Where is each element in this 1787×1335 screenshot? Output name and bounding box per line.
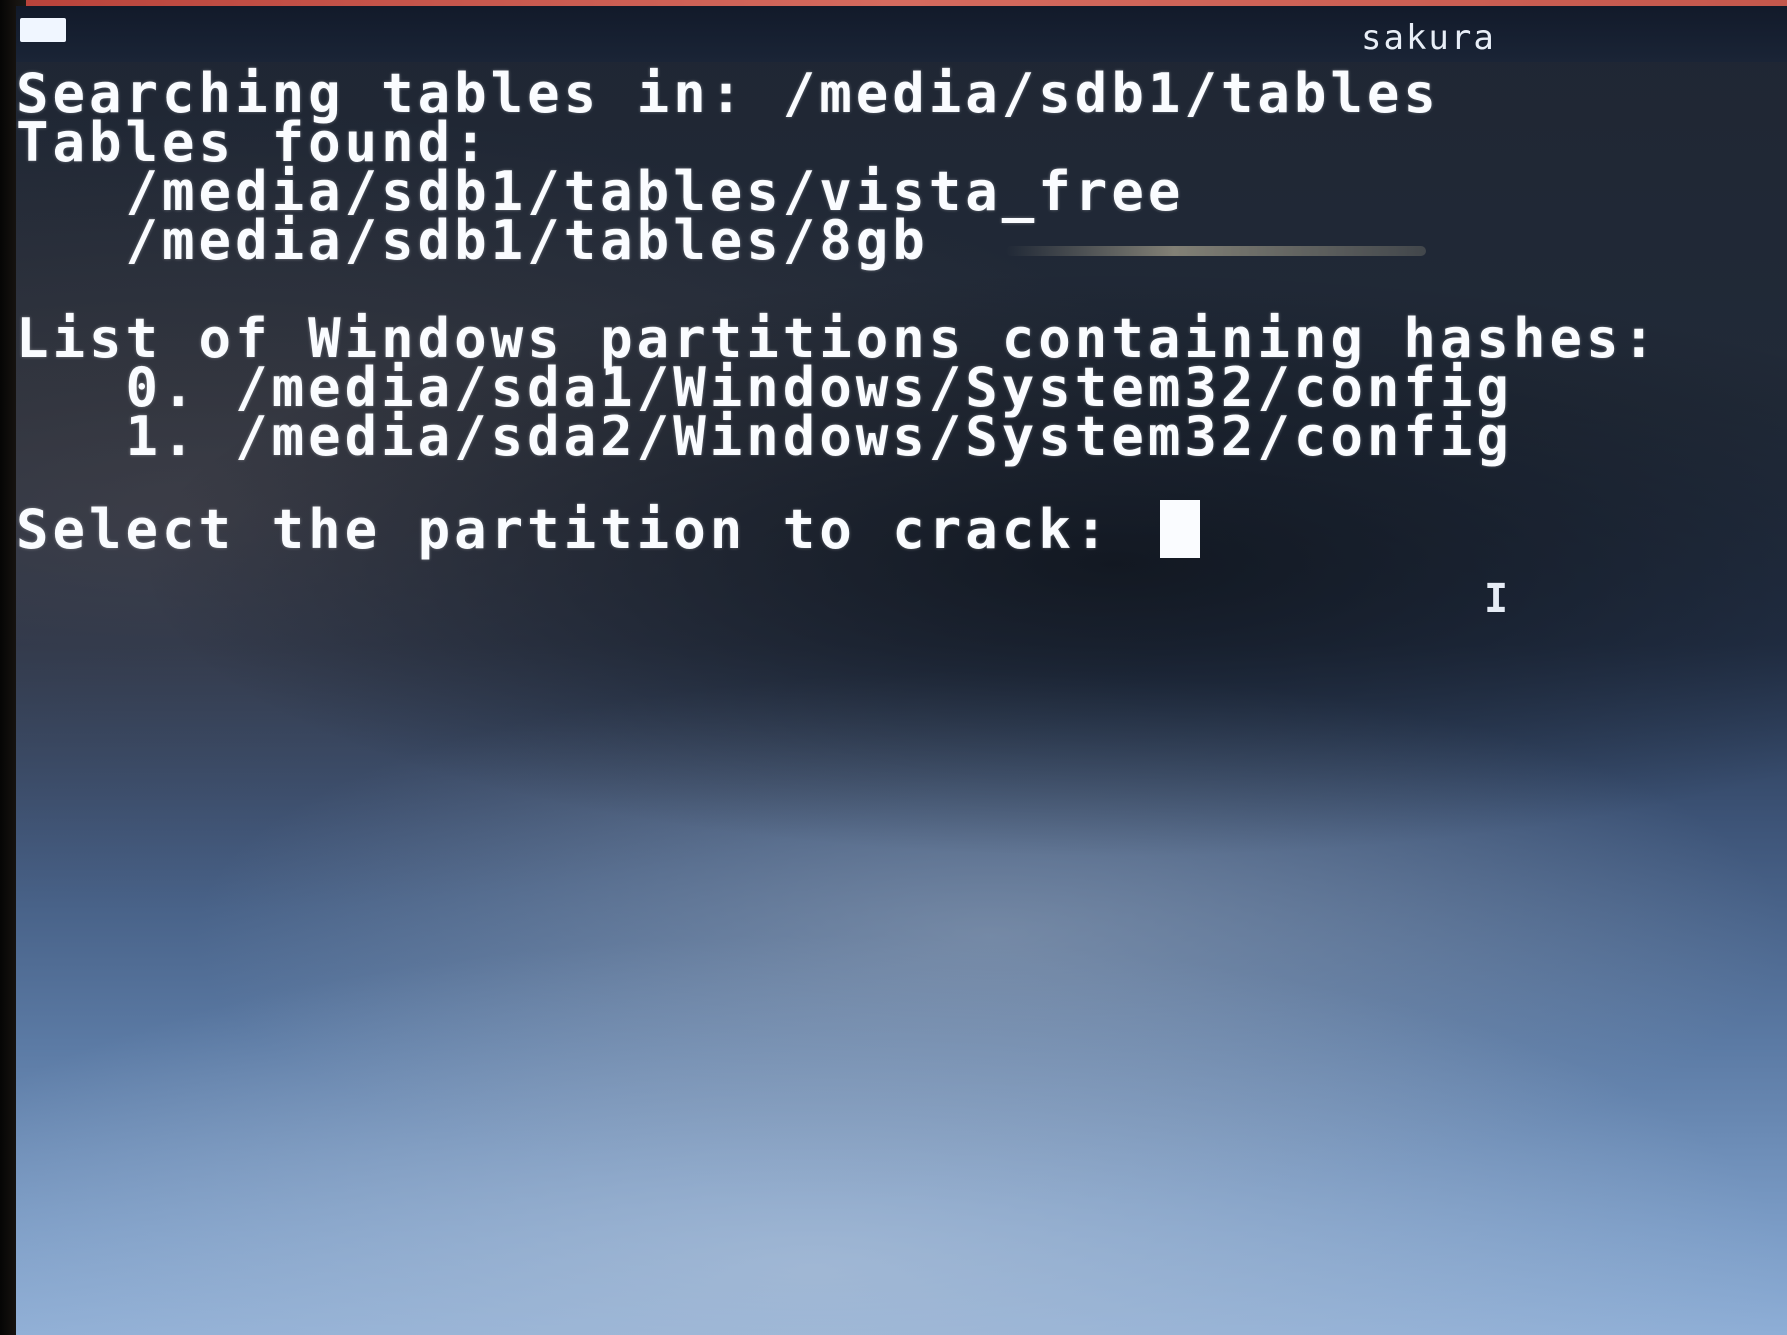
terminal-prompt-line[interactable]: Select the partition to crack: bbox=[16, 498, 1200, 561]
screen-glare bbox=[1006, 246, 1426, 256]
terminal-window-icon[interactable] bbox=[20, 18, 66, 42]
prompt-text: Select the partition to crack: bbox=[16, 498, 1148, 561]
i-beam-cursor-icon: I bbox=[1484, 576, 1509, 622]
terminal-window[interactable]: sakura Searching tables in: /media/sdb1/… bbox=[16, 6, 1787, 1335]
text-cursor bbox=[1159, 500, 1200, 558]
terminal-line: /media/sdb1/tables/8gb bbox=[16, 209, 929, 272]
window-title: sakura bbox=[1361, 18, 1496, 58]
photo-of-monitor: sakura Searching tables in: /media/sdb1/… bbox=[0, 0, 1787, 1335]
title-bar[interactable]: sakura bbox=[16, 6, 1787, 62]
terminal-line: 1. /media/sda2/Windows/System32/config bbox=[16, 405, 1513, 468]
